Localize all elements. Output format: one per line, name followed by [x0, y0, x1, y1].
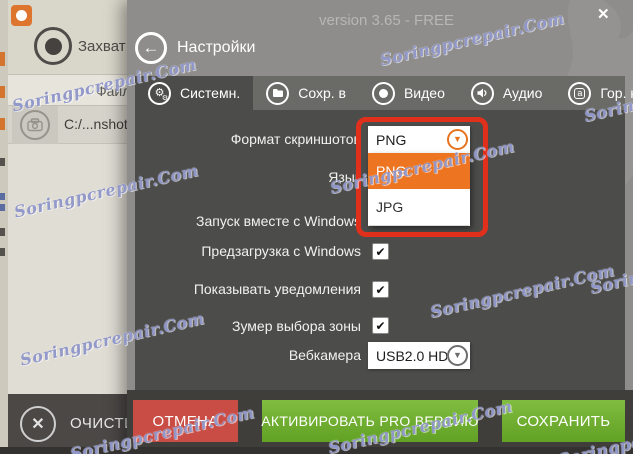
- dialog-title: Настройки: [177, 39, 256, 56]
- dropdown-arrow-icon[interactable]: ▼: [447, 345, 468, 366]
- zoomer-label: Зумер выбора зоны: [232, 318, 361, 334]
- record-circle-icon: [371, 81, 395, 105]
- back-button[interactable]: ←: [135, 32, 167, 64]
- notifications-checkbox[interactable]: ✔: [372, 281, 389, 298]
- preload-label: Предзагрузка с Windows: [201, 243, 361, 259]
- format-options-list: PNG JPG: [368, 153, 470, 226]
- letter-a-icon: a: [568, 81, 592, 105]
- notifications-label: Показывать уведомления: [193, 281, 361, 297]
- file-thumbnail: [12, 106, 58, 144]
- desktop-artifact: [0, 52, 5, 66]
- desktop-artifact: [0, 158, 5, 166]
- webcam-value: USB2.0 HD UVC W: [376, 347, 447, 364]
- language-label: Язык: [328, 169, 361, 185]
- activate-pro-button[interactable]: АКТИВИРОВАТЬ PRO ВЕРСИЮ: [261, 400, 478, 442]
- zoomer-checkbox[interactable]: ✔: [372, 317, 389, 334]
- tab-hotkeys[interactable]: a Гор. клав.: [555, 76, 633, 110]
- format-dropdown[interactable]: PNG ▼: [368, 126, 470, 153]
- format-option-png[interactable]: PNG: [368, 153, 470, 189]
- cancel-button[interactable]: ОТМЕНА: [133, 400, 238, 442]
- screen-bottom-strip: [0, 447, 633, 454]
- check-icon: ✔: [375, 318, 386, 333]
- desktop-artifact: [0, 118, 5, 130]
- preload-checkbox[interactable]: ✔: [372, 243, 389, 260]
- camera-icon: [20, 110, 50, 140]
- settings-tab-strip: ⚙⚙ Системн. Сохр. в Видео Аудио a Гор. к…: [135, 76, 633, 110]
- save-button[interactable]: СОХРАНИТЬ: [502, 400, 625, 442]
- desktop-artifact: [0, 86, 5, 98]
- settings-dialog: version 3.65 - FREE ✕ ← Настройки ⚙ ⚙ Сис…: [127, 0, 633, 454]
- webcam-dropdown[interactable]: USB2.0 HD UVC W ▼: [368, 342, 470, 369]
- desktop-artifact: [0, 228, 5, 236]
- tab-audio[interactable]: Аудио: [458, 76, 556, 110]
- list-separator: [369, 225, 469, 226]
- desktop-artifact: [0, 248, 5, 256]
- record-button[interactable]: [34, 27, 72, 65]
- close-icon[interactable]: ✕: [593, 3, 614, 25]
- autostart-label: Запуск вместе с Windows: [196, 213, 361, 229]
- gears-icon: ⚙ ⚙: [148, 81, 171, 105]
- format-value: PNG: [376, 131, 407, 148]
- tab-save-to[interactable]: Сохр. в: [253, 76, 359, 110]
- desktop-artifact: [0, 204, 5, 211]
- webcam-label: Вебкамера: [288, 347, 361, 363]
- dropdown-arrow-icon[interactable]: ▼: [447, 129, 468, 150]
- format-label: Формат скриншотов: [230, 131, 361, 147]
- record-dot-icon: [44, 37, 62, 55]
- file-column-header: Файл: [96, 83, 131, 99]
- clear-x-icon[interactable]: ✕: [20, 406, 56, 442]
- dialog-bottom-bar: ОТМЕНА АКТИВИРОВАТЬ PRO ВЕРСИЮ СОХРАНИТЬ: [127, 390, 633, 454]
- app-logo-icon: [11, 5, 32, 26]
- tab-system[interactable]: ⚙ ⚙ Системн.: [135, 76, 254, 110]
- check-icon: ✔: [375, 282, 386, 297]
- folder-icon: [266, 81, 290, 105]
- check-icon: ✔: [375, 244, 386, 259]
- version-text: version 3.65 - FREE: [319, 12, 455, 29]
- speaker-icon: [470, 81, 494, 105]
- system-settings-panel: Формат скриншотов Язык Запуск вместе с W…: [135, 110, 625, 390]
- format-option-jpg[interactable]: JPG: [368, 189, 470, 225]
- back-arrow-icon: ←: [142, 38, 160, 57]
- tab-video[interactable]: Видео: [359, 76, 458, 110]
- desktop-artifact: [0, 193, 5, 200]
